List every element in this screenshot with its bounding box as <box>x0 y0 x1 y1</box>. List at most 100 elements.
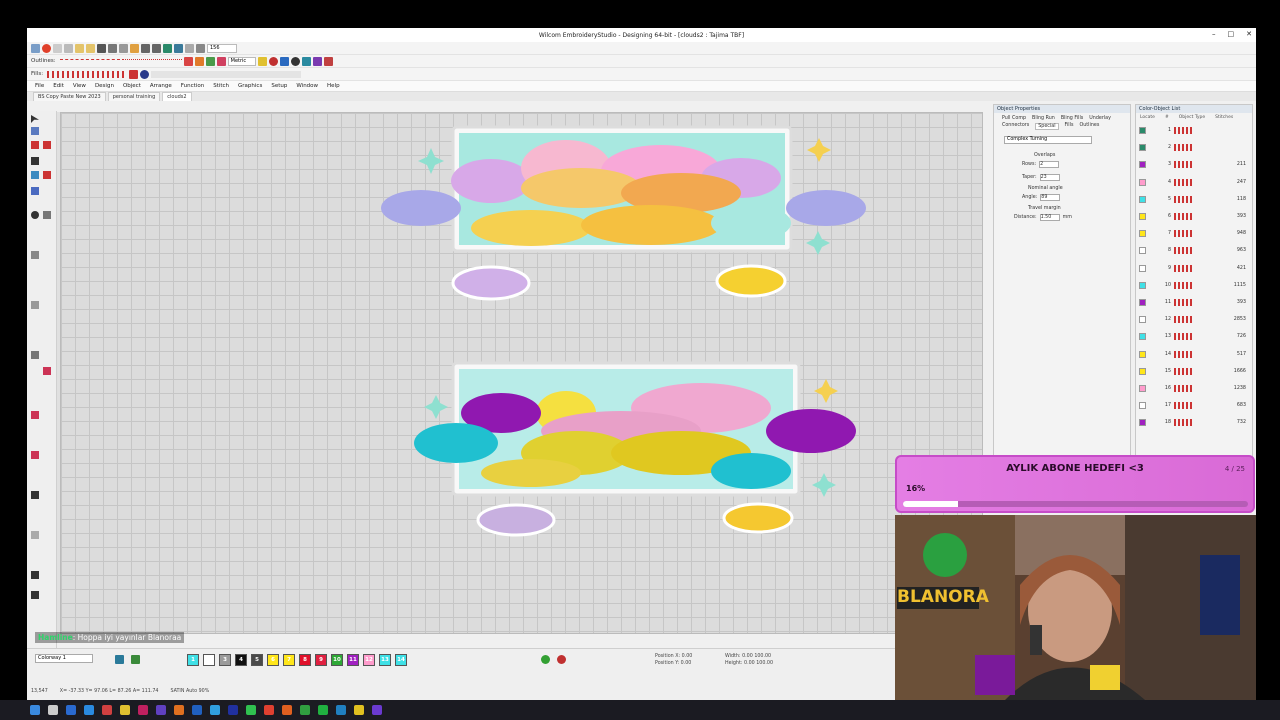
taskbar-icon[interactable] <box>300 705 310 715</box>
palette-color-14[interactable]: 14 <box>395 654 407 666</box>
align-icon[interactable] <box>301 56 311 66</box>
tab-underlay[interactable]: Underlay <box>1089 116 1111 121</box>
undo-icon[interactable] <box>141 43 150 53</box>
tab-special[interactable]: Special <box>1035 123 1059 130</box>
outline-stitch-swatch[interactable] <box>59 59 120 63</box>
thread-icon[interactable] <box>131 655 140 664</box>
tab-connectors[interactable]: Connectors <box>1002 123 1029 130</box>
color-object-row[interactable]: 6 393 <box>1136 208 1252 225</box>
color-object-row[interactable]: 8 963 <box>1136 242 1252 259</box>
slow-redraw-icon[interactable] <box>174 43 183 53</box>
menu-help[interactable]: Help <box>327 83 340 89</box>
stop-icon[interactable] <box>268 56 278 66</box>
tab-bs-copy-paste[interactable]: BS Copy Paste New 2023 <box>33 92 106 101</box>
palette-color-7[interactable]: 7 <box>283 654 295 666</box>
color-object-row[interactable]: 12 2853 <box>1136 311 1252 328</box>
color-object-row[interactable]: 10 1115 <box>1136 277 1252 294</box>
color-object-row[interactable]: 15 1666 <box>1136 363 1252 380</box>
circle-tool-icon[interactable] <box>31 211 39 219</box>
tool-icon[interactable] <box>257 56 267 66</box>
distance-input[interactable]: 1.50 <box>1039 214 1060 221</box>
tool-icon[interactable] <box>31 591 39 599</box>
tool-icon[interactable] <box>31 351 39 359</box>
units-select[interactable]: Metric <box>227 56 256 66</box>
menu-stitch[interactable]: Stitch <box>213 83 229 89</box>
tool-icon[interactable] <box>541 655 550 664</box>
tab-outlines[interactable]: Outlines <box>1079 123 1099 130</box>
menu-object[interactable]: Object <box>123 83 141 89</box>
palette-color-13[interactable]: 13 <box>379 654 391 666</box>
taskbar-icon[interactable] <box>66 705 76 715</box>
taskbar-icon[interactable] <box>102 705 112 715</box>
color-object-row[interactable]: 14 517 <box>1136 345 1252 362</box>
taskbar-icon[interactable] <box>174 705 184 715</box>
palette-color-3[interactable]: 3 <box>219 654 231 666</box>
taper-input[interactable]: 23 <box>1039 174 1060 181</box>
design-canvas[interactable] <box>60 112 983 634</box>
position-y-value[interactable]: 0.00 <box>681 661 692 666</box>
top-patch[interactable] <box>381 125 866 301</box>
color-object-row[interactable]: 11 393 <box>1136 294 1252 311</box>
palette-color-12[interactable]: 12 <box>363 654 375 666</box>
taskbar-icon[interactable] <box>120 705 130 715</box>
color-object-row[interactable]: 16 1238 <box>1136 380 1252 397</box>
taskbar-icon[interactable] <box>84 705 94 715</box>
color-object-row[interactable]: 17 683 <box>1136 397 1252 414</box>
pencil-icon[interactable] <box>194 56 204 66</box>
tool-icon[interactable] <box>43 171 51 179</box>
maximize-icon[interactable]: □ <box>1228 30 1235 38</box>
palette-color-8[interactable]: 8 <box>299 654 311 666</box>
open-file-icon[interactable] <box>86 43 95 53</box>
taskbar-icon[interactable] <box>246 705 256 715</box>
save-icon[interactable] <box>97 43 106 53</box>
fill-type-select[interactable]: Complex Turning <box>1004 136 1092 144</box>
menu-edit[interactable]: Edit <box>53 83 64 89</box>
tool-icon[interactable] <box>196 43 205 53</box>
paste-icon[interactable] <box>130 43 139 53</box>
tool-icon[interactable] <box>64 43 73 53</box>
palette-color-9[interactable]: 9 <box>315 654 327 666</box>
tool-icon[interactable] <box>31 187 39 195</box>
menu-window[interactable]: Window <box>296 83 318 89</box>
taskbar-icon[interactable] <box>336 705 346 715</box>
tool-icon[interactable] <box>185 43 194 53</box>
height-value[interactable]: 0.00 <box>744 661 755 666</box>
height-percent[interactable]: 100.00 <box>756 661 773 666</box>
palette-color-10[interactable]: 10 <box>331 654 343 666</box>
color-object-row[interactable]: 2 <box>1136 139 1252 156</box>
color-object-row[interactable]: 13 726 <box>1136 328 1252 345</box>
fill-icon[interactable] <box>129 69 139 79</box>
palette-color-11[interactable]: 11 <box>347 654 359 666</box>
stitch-player-icon[interactable] <box>163 43 172 53</box>
tool-icon[interactable] <box>31 171 39 179</box>
color-object-row[interactable]: 7 948 <box>1136 225 1252 242</box>
select-arrow-icon[interactable] <box>31 115 39 123</box>
palette-color-2[interactable]: 2 <box>203 654 215 666</box>
colorway-select[interactable]: Colorway 1 <box>35 654 93 663</box>
tool-icon[interactable] <box>557 655 566 664</box>
redo-icon[interactable] <box>152 43 161 53</box>
bling-icon[interactable] <box>216 56 226 66</box>
tool-icon[interactable] <box>31 301 39 309</box>
menu-function[interactable]: Function <box>181 83 204 89</box>
tab-bling-fills[interactable]: Bling Fills <box>1061 116 1083 121</box>
print-icon[interactable] <box>108 43 117 53</box>
outline-stitch-swatch[interactable] <box>121 59 182 63</box>
menu-setup[interactable]: Setup <box>271 83 287 89</box>
wilcom-icon[interactable] <box>42 43 51 53</box>
color-object-row[interactable]: 5 118 <box>1136 191 1252 208</box>
text-icon[interactable] <box>31 157 39 165</box>
tab-clouds2[interactable]: clouds2 <box>162 92 192 101</box>
width-percent[interactable]: 100.00 <box>754 654 771 659</box>
tool-icon[interactable] <box>279 56 289 66</box>
taskbar-icon[interactable] <box>318 705 328 715</box>
taskbar-icon[interactable] <box>264 705 274 715</box>
palette-tool-icon[interactable] <box>115 655 124 664</box>
taskbar-icon[interactable] <box>372 705 382 715</box>
tool-icon[interactable] <box>323 56 333 66</box>
cut-icon[interactable] <box>119 43 128 53</box>
tool-icon[interactable] <box>43 211 51 219</box>
tool-icon[interactable] <box>31 411 39 419</box>
rectangle-tool-icon[interactable] <box>31 251 39 259</box>
new-file-icon[interactable] <box>75 43 84 53</box>
